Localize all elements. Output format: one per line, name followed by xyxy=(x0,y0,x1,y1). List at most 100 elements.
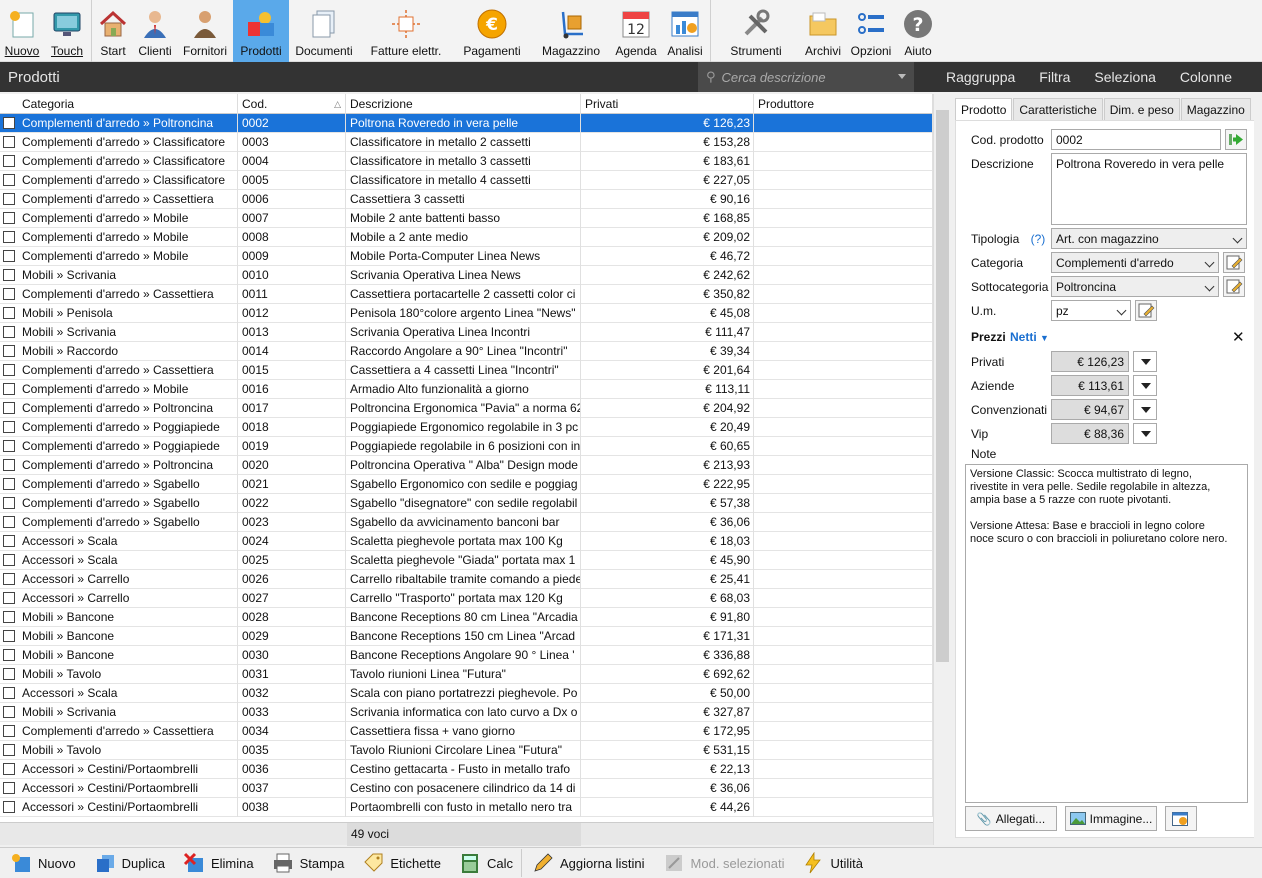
row-checkbox[interactable] xyxy=(3,668,15,680)
row-checkbox[interactable] xyxy=(3,174,15,186)
table-row[interactable]: Complementi d'arredo » Mobile 0016 Armadio… xyxy=(0,380,933,399)
table-row[interactable]: Mobili » Scrivania 0010 Scrivania Operativ… xyxy=(0,266,933,285)
note-field[interactable]: Versione Classic: Scocca multistrato di … xyxy=(965,464,1248,803)
table-row[interactable]: Mobili » Bancone 0028 Bancone Receptions 8… xyxy=(0,608,933,627)
row-checkbox[interactable] xyxy=(3,706,15,718)
cod-field[interactable]: 0002 xyxy=(1051,129,1221,150)
price-dropdown-icon[interactable] xyxy=(1133,399,1157,420)
price-dropdown-icon[interactable] xyxy=(1133,375,1157,396)
table-row[interactable]: Accessori » Cestini/Portaombrelli 0038 Por… xyxy=(0,798,933,817)
allegati-button[interactable]: 📎 Allegati... xyxy=(965,806,1057,831)
row-checkbox[interactable] xyxy=(3,155,15,167)
sottocat-select[interactable]: Poltroncina xyxy=(1051,276,1219,297)
categoria-select[interactable]: Complementi d'arredo xyxy=(1051,252,1219,273)
table-row[interactable]: Complementi d'arredo » Classificatore 000… xyxy=(0,152,933,171)
table-row[interactable]: Complementi d'arredo » Poltroncina 0002 Po… xyxy=(0,114,933,133)
table-row[interactable]: Complementi d'arredo » Sgabello 0021 Sgabe… xyxy=(0,475,933,494)
row-checkbox[interactable] xyxy=(3,212,15,224)
row-checkbox[interactable] xyxy=(3,459,15,471)
table-row[interactable]: Mobili » Bancone 0029 Bancone Receptions 1… xyxy=(0,627,933,646)
table-row[interactable]: Complementi d'arredo » Poltroncina 0020 Po… xyxy=(0,456,933,475)
column-header-privati[interactable]: Privati xyxy=(581,94,754,114)
bottom-etichette-button[interactable]: Etichette xyxy=(362,852,441,874)
row-checkbox[interactable] xyxy=(3,364,15,376)
menu-seleziona[interactable]: Seleziona xyxy=(1094,69,1156,85)
netti-dropdown[interactable]: Netti ▼ xyxy=(1010,330,1049,344)
row-checkbox[interactable] xyxy=(3,782,15,794)
table-row[interactable]: Complementi d'arredo » Classificatore 000… xyxy=(0,133,933,152)
row-checkbox[interactable] xyxy=(3,497,15,509)
row-checkbox[interactable] xyxy=(3,478,15,490)
search-box[interactable]: ⚲ Cerca descrizione xyxy=(698,62,914,92)
image-preview-button[interactable] xyxy=(1165,806,1197,831)
tipologia-select[interactable]: Art. con magazzino xyxy=(1051,228,1247,249)
table-row[interactable]: Accessori » Carrello 0026 Carrello ribalta… xyxy=(0,570,933,589)
bottom-calc-button[interactable]: Calc xyxy=(459,852,513,874)
bottom-utilit-button[interactable]: Utilità xyxy=(802,852,863,874)
row-checkbox[interactable] xyxy=(3,345,15,357)
row-checkbox[interactable] xyxy=(3,326,15,338)
bottom-nuovo-button[interactable]: Nuovo xyxy=(10,852,76,874)
row-checkbox[interactable] xyxy=(3,687,15,699)
toolbar-opzioni-button[interactable]: Opzioni xyxy=(846,0,896,62)
row-checkbox[interactable] xyxy=(3,573,15,585)
toolbar-agenda-button[interactable]: 12 Agenda xyxy=(611,0,661,62)
row-checkbox[interactable] xyxy=(3,554,15,566)
table-row[interactable]: Complementi d'arredo » Cassettiera 0006 Ca… xyxy=(0,190,933,209)
table-row[interactable]: Complementi d'arredo » Mobile 0008 Mobile … xyxy=(0,228,933,247)
table-row[interactable]: Complementi d'arredo » Poltroncina 0017 Po… xyxy=(0,399,933,418)
table-row[interactable]: Complementi d'arredo » Poggiapiede 0019 Po… xyxy=(0,437,933,456)
row-checkbox[interactable] xyxy=(3,193,15,205)
bottom-stampa-button[interactable]: Stampa xyxy=(272,852,344,874)
toolbar-strumenti-button[interactable]: Strumenti xyxy=(712,0,800,62)
edit-sottocat-icon[interactable] xyxy=(1223,276,1245,297)
bottom-aggiorna-listini-button[interactable]: Aggiorna listini xyxy=(532,852,645,874)
desc-field[interactable]: Poltrona Roveredo in vera pelle xyxy=(1051,153,1247,225)
price-dropdown-icon[interactable] xyxy=(1133,351,1157,372)
row-checkbox[interactable] xyxy=(3,231,15,243)
toolbar-fatture-elettr-button[interactable]: Fatture elettr. xyxy=(359,0,453,62)
table-row[interactable]: Complementi d'arredo » Sgabello 0023 Sgabe… xyxy=(0,513,933,532)
tab-prodotto[interactable]: Prodotto xyxy=(955,98,1013,120)
toolbar-analisi-button[interactable]: Analisi xyxy=(661,0,709,62)
table-row[interactable]: Complementi d'arredo » Poggiapiede 0018 Po… xyxy=(0,418,933,437)
table-row[interactable]: Accessori » Scala 0025 Scaletta pieghevole… xyxy=(0,551,933,570)
bottom-elimina-button[interactable]: Elimina xyxy=(183,852,254,874)
toolbar-start-button[interactable]: Start xyxy=(93,0,133,62)
table-row[interactable]: Accessori » Scala 0032 Scala con piano por… xyxy=(0,684,933,703)
price-value[interactable]: € 88,36 xyxy=(1051,423,1129,444)
table-row[interactable]: Mobili » Scrivania 0033 Scrivania informat… xyxy=(0,703,933,722)
row-checkbox[interactable] xyxy=(3,307,15,319)
tab-magazzino[interactable]: Magazzino xyxy=(1180,98,1251,120)
um-select[interactable]: pz xyxy=(1051,300,1131,321)
table-row[interactable]: Complementi d'arredo » Classificatore 000… xyxy=(0,171,933,190)
menu-filtra[interactable]: Filtra xyxy=(1039,69,1070,85)
tab-dim-e-peso[interactable]: Dim. e peso xyxy=(1103,98,1180,120)
row-checkbox[interactable] xyxy=(3,630,15,642)
bottom-duplica-button[interactable]: Duplica xyxy=(94,852,165,874)
row-checkbox[interactable] xyxy=(3,535,15,547)
row-checkbox[interactable] xyxy=(3,763,15,775)
toolbar-pagamenti-button[interactable]: € Pagamenti xyxy=(453,0,531,62)
row-checkbox[interactable] xyxy=(3,117,15,129)
tab-caratteristiche[interactable]: Caratteristiche xyxy=(1013,98,1103,120)
row-checkbox[interactable] xyxy=(3,440,15,452)
row-checkbox[interactable] xyxy=(3,801,15,813)
column-header-categoria[interactable]: Categoria xyxy=(0,94,238,114)
row-checkbox[interactable] xyxy=(3,421,15,433)
row-checkbox[interactable] xyxy=(3,725,15,737)
table-row[interactable]: Accessori » Scala 0024 Scaletta pieghevole… xyxy=(0,532,933,551)
table-row[interactable]: Mobili » Scrivania 0013 Scrivania Operativ… xyxy=(0,323,933,342)
price-dropdown-icon[interactable] xyxy=(1133,423,1157,444)
grid-vertical-scrollbar[interactable] xyxy=(933,94,950,845)
toolbar-fornitori-button[interactable]: Fornitori xyxy=(177,0,233,62)
menu-colonne[interactable]: Colonne xyxy=(1180,69,1232,85)
edit-um-icon[interactable] xyxy=(1135,300,1157,321)
row-checkbox[interactable] xyxy=(3,744,15,756)
row-checkbox[interactable] xyxy=(3,269,15,281)
table-row[interactable]: Mobili » Penisola 0012 Penisola 180°colore… xyxy=(0,304,933,323)
row-checkbox[interactable] xyxy=(3,136,15,148)
toolbar-aiuto-button[interactable]: ? Aiuto xyxy=(896,0,940,62)
price-value[interactable]: € 94,67 xyxy=(1051,399,1129,420)
row-checkbox[interactable] xyxy=(3,611,15,623)
